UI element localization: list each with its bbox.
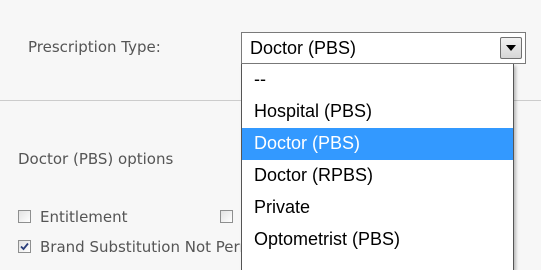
prescription-type-label: Prescription Type:	[28, 38, 161, 56]
option-doctor-rpbs[interactable]: Doctor (RPBS)	[242, 160, 513, 192]
option-optometrist-pbs[interactable]: Optometrist (PBS)	[242, 224, 513, 256]
checkbox-label: Entitlement	[40, 208, 128, 226]
checkmark-icon	[20, 242, 29, 251]
checkbox-box[interactable]	[220, 210, 233, 223]
option-private[interactable]: Private	[242, 192, 513, 224]
option-doctor-pbs[interactable]: Doctor (PBS)	[242, 128, 513, 160]
options-heading: Doctor (PBS) options	[18, 150, 174, 168]
option-none[interactable]: --	[242, 64, 513, 96]
prescription-type-select[interactable]: Doctor (PBS)	[241, 32, 526, 64]
prescription-type-options-list[interactable]: -- Hospital (PBS) Doctor (PBS) Doctor (R…	[241, 64, 514, 270]
option-hospital-pbs[interactable]: Hospital (PBS)	[242, 96, 513, 128]
select-value: Doctor (PBS)	[250, 38, 357, 58]
checkbox-box[interactable]	[18, 210, 31, 223]
checkbox-box[interactable]	[18, 240, 31, 253]
dropdown-arrow-button[interactable]	[500, 37, 522, 59]
chevron-down-icon	[506, 45, 516, 51]
